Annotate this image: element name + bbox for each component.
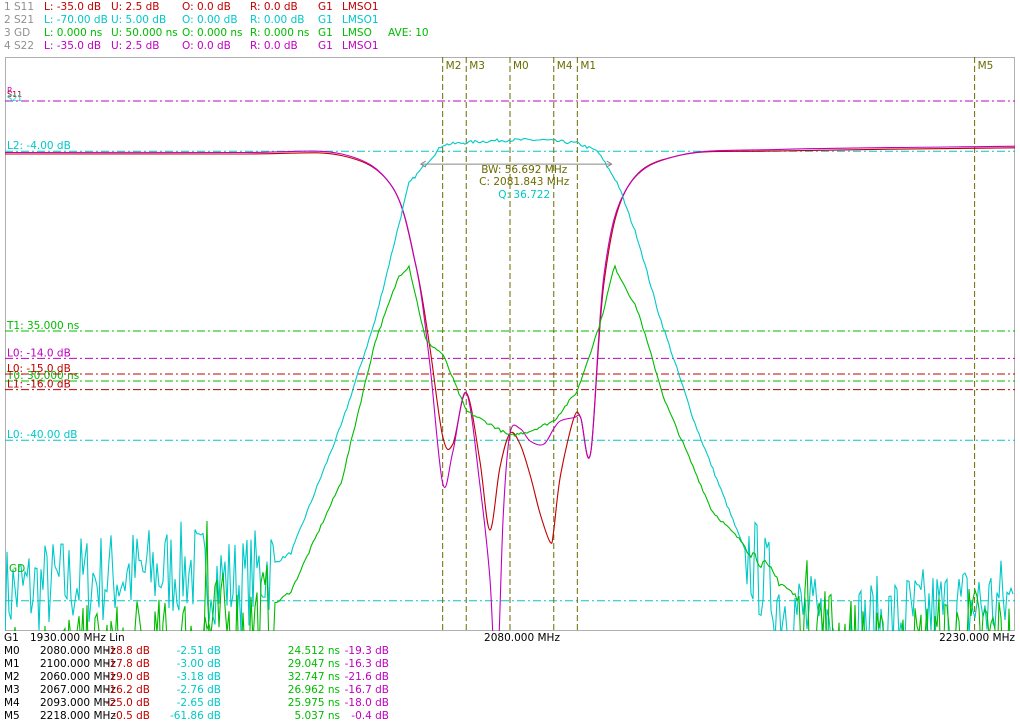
marker-row[interactable]: M2 2060.000 MHz -19.0 dB -3.18 dB 32.747 ns -… [0, 671, 1020, 684]
marker-label: M4 [557, 60, 573, 72]
reference-label: S21 [7, 94, 22, 103]
marker-s21: -61.86 dB [169, 710, 221, 722]
limit-line-label: L0: -14.0 dB [7, 347, 71, 359]
reference-label: GD [9, 563, 25, 575]
bw-annotation-bw: BW: 56.692 MHz [481, 164, 568, 176]
limit-line-label: L0: -15.0 dB [7, 363, 71, 375]
marker-gd: 25.975 ns [287, 697, 340, 709]
marker-s21: -3.18 dB [176, 671, 221, 683]
marker-s21: -2.51 dB [176, 645, 221, 657]
marker-label: M5 [978, 60, 994, 72]
marker-gd: 29.047 ns [287, 658, 340, 670]
marker-freq: 2100.000 MHz [40, 658, 116, 670]
marker-s11: -25.0 dB [105, 697, 150, 709]
marker-label: M1 [580, 60, 596, 72]
axis-center-label: 2080.000 MHz [484, 632, 560, 644]
marker-gd: 26.962 ns [287, 684, 340, 696]
marker-name: M3 [4, 684, 20, 696]
marker-s21: -3.00 dB [176, 658, 221, 670]
marker-s22: -18.0 dB [344, 697, 389, 709]
marker-row[interactable]: M3 2067.000 MHz -16.2 dB -2.76 dB 26.962 ns -… [0, 684, 1020, 697]
marker-s22: -16.3 dB [344, 658, 389, 670]
marker-s21: -2.65 dB [176, 697, 221, 709]
marker-gd: 5.037 ns [294, 710, 340, 722]
marker-freq: 2067.000 MHz [40, 684, 116, 696]
marker-s21: -2.76 dB [176, 684, 221, 696]
axis-stop-label: 2230.000 MHz [939, 632, 1015, 644]
bw-annotation-q: Q: 36.722 [498, 189, 550, 201]
marker-freq: 2060.000 MHz [40, 671, 116, 683]
marker-s11: -0.5 dB [112, 710, 150, 722]
marker-name: M1 [4, 658, 20, 670]
marker-s22: -0.4 dB [351, 710, 389, 722]
marker-freq: 2080.000 MHz [40, 645, 116, 657]
marker-row[interactable]: M0 2080.000 MHz -18.8 dB -2.51 dB 24.512 ns -… [0, 645, 1020, 658]
marker-label: M0 [513, 60, 529, 72]
marker-label: M2 [446, 60, 462, 72]
marker-name: M2 [4, 671, 20, 683]
plot-content: L2: -4.00 dBL0: -40.00 dBT1: 35.000 nsT0… [5, 57, 1015, 631]
marker-row[interactable]: M5 2218.000 MHz -0.5 dB -61.86 dB 5.037 ns -0… [0, 710, 1020, 723]
marker-freq: 2093.000 MHz [40, 697, 116, 709]
marker-label: M3 [469, 60, 485, 72]
marker-name: M4 [4, 697, 20, 709]
trace-s22 [5, 145, 1015, 631]
marker-s11: -17.8 dB [105, 658, 150, 670]
limit-line-label: L0: -40.00 dB [7, 429, 77, 441]
marker-s11: -16.2 dB [105, 684, 150, 696]
axis-group-label: G1 [4, 632, 19, 644]
bw-annotation-center: C: 2081.843 MHz [479, 176, 570, 188]
marker-freq: 2218.000 MHz [40, 710, 116, 722]
axis-start-label: 1930.000 MHz Lin [30, 632, 125, 644]
marker-s11: -18.8 dB [105, 645, 150, 657]
network-analyzer-plot[interactable]: L2: -4.00 dBL0: -40.00 dBT1: 35.000 nsT0… [0, 0, 1020, 726]
limit-line-label: L2: -4.00 dB [7, 140, 71, 152]
limit-line-label: T1: 35.000 ns [6, 320, 79, 332]
marker-row[interactable]: M4 2093.000 MHz -25.0 dB -2.65 dB 25.975 ns -… [0, 697, 1020, 710]
marker-s11: -19.0 dB [105, 671, 150, 683]
marker-gd: 32.747 ns [287, 671, 340, 683]
trace-s21 [5, 137, 1014, 631]
marker-s22: -19.3 dB [344, 645, 389, 657]
marker-s22: -16.7 dB [344, 684, 389, 696]
marker-row[interactable]: M1 2100.000 MHz -17.8 dB -3.00 dB 29.047 ns -… [0, 658, 1020, 671]
frequency-axis-row: G1 1930.000 MHz Lin 2080.000 MHz 2230.00… [0, 632, 1020, 645]
limit-line-label: L1: -16.0 dB [7, 379, 71, 391]
marker-gd: 24.512 ns [287, 645, 340, 657]
marker-name: M5 [4, 710, 20, 722]
marker-name: M0 [4, 645, 20, 657]
marker-s22: -21.6 dB [344, 671, 389, 683]
